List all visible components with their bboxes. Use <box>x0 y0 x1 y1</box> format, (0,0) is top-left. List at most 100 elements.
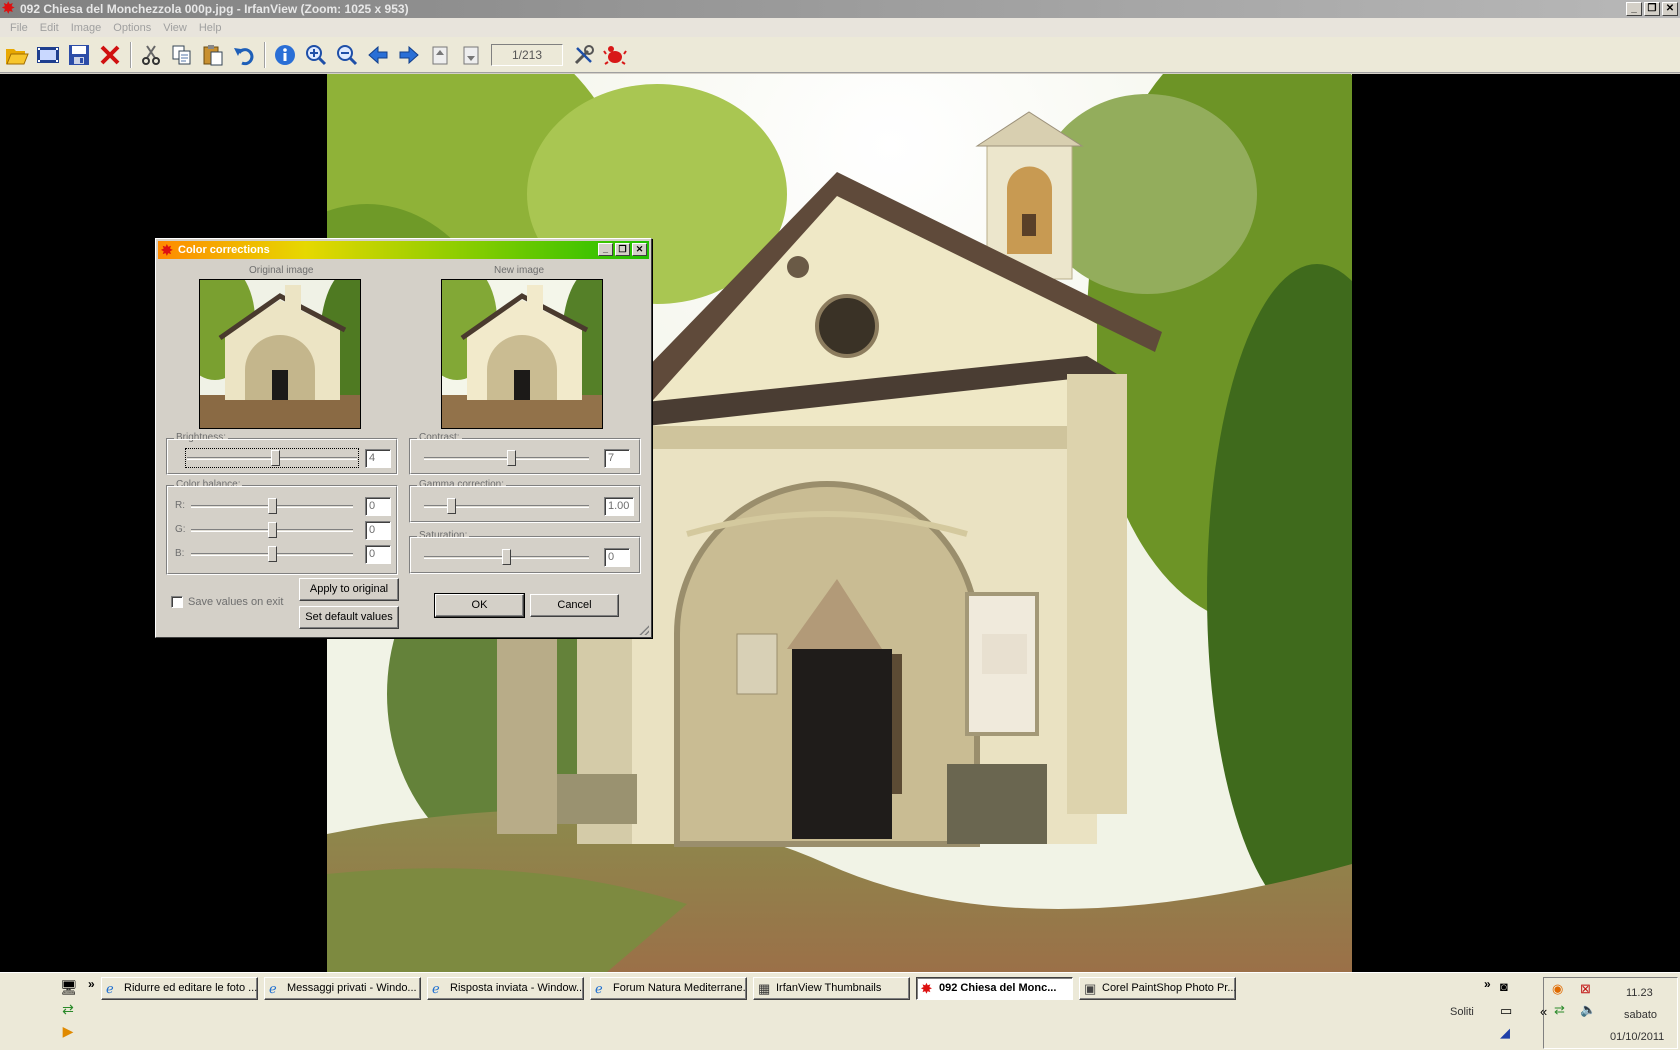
menu-image[interactable]: Image <box>65 22 108 34</box>
menu-options[interactable]: Options <box>107 22 157 34</box>
open-folder-icon[interactable] <box>2 40 31 69</box>
save-values-label[interactable]: Save values on exit <box>188 596 283 608</box>
dialog-title: Color corrections <box>178 244 270 256</box>
green-value[interactable]: 0 <box>365 521 391 540</box>
close-button[interactable]: ✕ <box>1662 2 1678 16</box>
undo-icon[interactable] <box>229 40 258 69</box>
blue-slider[interactable] <box>191 546 353 562</box>
task-paintshop[interactable]: ▣ Corel PaintShop Photo Pr... <box>1079 977 1236 1000</box>
network-activity-icon[interactable]: ⇄ <box>1554 1002 1565 1018</box>
gamma-label: Gamma correction: <box>417 479 507 490</box>
green-slider[interactable] <box>191 522 353 538</box>
window-titlebar[interactable]: ✸ 092 Chiesa del Monchezzola 000p.jpg - … <box>0 0 1680 18</box>
original-image-label: Original image <box>249 265 314 276</box>
red-slider[interactable] <box>191 498 353 514</box>
menu-bar: File Edit Image Options View Help <box>0 18 1680 37</box>
zoom-in-icon[interactable] <box>301 40 330 69</box>
monitor-icon[interactable]: ▭ <box>1500 1003 1512 1019</box>
green-label: G: <box>175 524 186 535</box>
gamma-slider[interactable] <box>424 498 589 514</box>
saturation-value[interactable]: 0 <box>604 548 630 567</box>
volume-icon[interactable]: 🔈 <box>1580 1002 1596 1018</box>
irfanview-icon: ✸ <box>921 981 932 996</box>
ie-icon: ℯ <box>269 981 277 996</box>
info-icon[interactable] <box>270 40 299 69</box>
menu-file[interactable]: File <box>4 22 34 34</box>
network-icon[interactable]: ⇄ <box>60 1001 76 1017</box>
brightness-value[interactable]: 4 <box>365 449 391 468</box>
saturation-group: Saturation: 0 <box>409 530 641 574</box>
brightness-group: Brightness: 4 <box>166 432 398 475</box>
copy-icon[interactable] <box>167 40 196 69</box>
apply-to-original-button[interactable]: Apply to original <box>299 578 399 601</box>
cut-icon[interactable] <box>136 40 165 69</box>
toolbar: 1/213 <box>0 37 1680 73</box>
save-icon[interactable] <box>64 40 93 69</box>
original-image-preview <box>199 279 361 429</box>
antivirus-icon[interactable]: ◉ <box>1552 981 1563 997</box>
gamma-slider-thumb[interactable] <box>447 498 456 514</box>
show-desktop-icon[interactable]: 🖥 <box>60 979 78 995</box>
quicklaunch-chevron-icon[interactable]: » <box>88 977 95 991</box>
paste-icon[interactable] <box>198 40 227 69</box>
clock-day: sabato <box>1624 1009 1658 1021</box>
brightness-slider[interactable] <box>185 448 359 468</box>
previous-icon[interactable] <box>363 40 392 69</box>
task-forum[interactable]: ℯ Forum Natura Mediterrane... <box>590 977 747 1000</box>
green-slider-thumb[interactable] <box>268 522 277 538</box>
blue-slider-thumb[interactable] <box>268 546 277 562</box>
zoom-out-icon[interactable] <box>332 40 361 69</box>
irfanview-logo-icon[interactable] <box>600 40 629 69</box>
menu-help[interactable]: Help <box>193 22 228 34</box>
settings-icon[interactable] <box>569 40 598 69</box>
brightness-slider-thumb[interactable] <box>271 450 280 466</box>
ie-icon: ℯ <box>595 981 603 996</box>
first-page-icon[interactable] <box>425 40 454 69</box>
page-counter: 1/213 <box>491 43 563 66</box>
toolbar-chevron-icon[interactable]: » <box>1484 977 1491 991</box>
ok-button[interactable]: OK <box>434 593 525 618</box>
saturation-label: Saturation: <box>417 530 470 541</box>
paintshop-icon: ▣ <box>1084 981 1097 996</box>
save-values-checkbox[interactable] <box>171 596 183 608</box>
contrast-slider[interactable] <box>424 450 589 466</box>
delete-icon[interactable] <box>95 40 124 69</box>
color-balance-group: Color balance: R: 0 G: 0 B: 0 <box>166 479 398 575</box>
restore-button[interactable]: ❐ <box>1644 2 1660 16</box>
color-balance-label: Color balance: <box>174 479 243 490</box>
saturation-slider[interactable] <box>424 549 589 565</box>
blue-value[interactable]: 0 <box>365 545 391 564</box>
gamma-value[interactable]: 1.00 <box>604 497 634 516</box>
contrast-slider-thumb[interactable] <box>507 450 516 466</box>
task-messaggi[interactable]: ℯ Messaggi privati - Windo... <box>264 977 421 1000</box>
contrast-value[interactable]: 7 <box>604 449 630 468</box>
menu-edit[interactable]: Edit <box>34 22 65 34</box>
tray-collapse-icon[interactable]: « <box>1540 1004 1547 1019</box>
network-disconnected-icon[interactable]: ⊠ <box>1580 981 1591 997</box>
media-player-icon[interactable]: ▶ <box>60 1023 76 1039</box>
dialog-maximize-button[interactable]: ❐ <box>615 243 630 256</box>
cancel-button[interactable]: Cancel <box>530 594 619 617</box>
dialog-minimize-button[interactable]: _ <box>598 243 613 256</box>
set-default-values-button[interactable]: Set default values <box>299 606 399 629</box>
irfanview-app-icon[interactable]: ✸ <box>2 1 17 16</box>
minimize-button[interactable]: _ <box>1626 2 1642 16</box>
saturation-slider-thumb[interactable] <box>502 549 511 565</box>
contrast-group: Contrast: 7 <box>409 432 641 475</box>
toolbar-separator <box>130 41 132 68</box>
next-icon[interactable] <box>394 40 423 69</box>
last-page-icon[interactable] <box>456 40 485 69</box>
red-slider-thumb[interactable] <box>268 498 277 514</box>
red-value[interactable]: 0 <box>365 497 391 516</box>
task-ridurre[interactable]: ℯ Ridurre ed editare le foto ... <box>101 977 258 1000</box>
pen-icon[interactable]: ◢ <box>1500 1025 1510 1041</box>
task-irfanview-image[interactable]: ✸ 092 Chiesa del Monc... <box>916 977 1073 1000</box>
resize-grip[interactable] <box>639 625 649 635</box>
task-irfanview-thumbnails[interactable]: ▦ IrfanView Thumbnails <box>753 977 910 1000</box>
dialog-close-button[interactable]: ✕ <box>632 243 647 256</box>
task-risposta[interactable]: ℯ Risposta inviata - Window... <box>427 977 584 1000</box>
dialog-titlebar[interactable]: ✸ Color corrections _ ❐ ✕ <box>158 241 649 259</box>
menu-view[interactable]: View <box>157 22 193 34</box>
slideshow-icon[interactable] <box>33 40 62 69</box>
panda-icon[interactable]: ◙ <box>1500 979 1508 994</box>
